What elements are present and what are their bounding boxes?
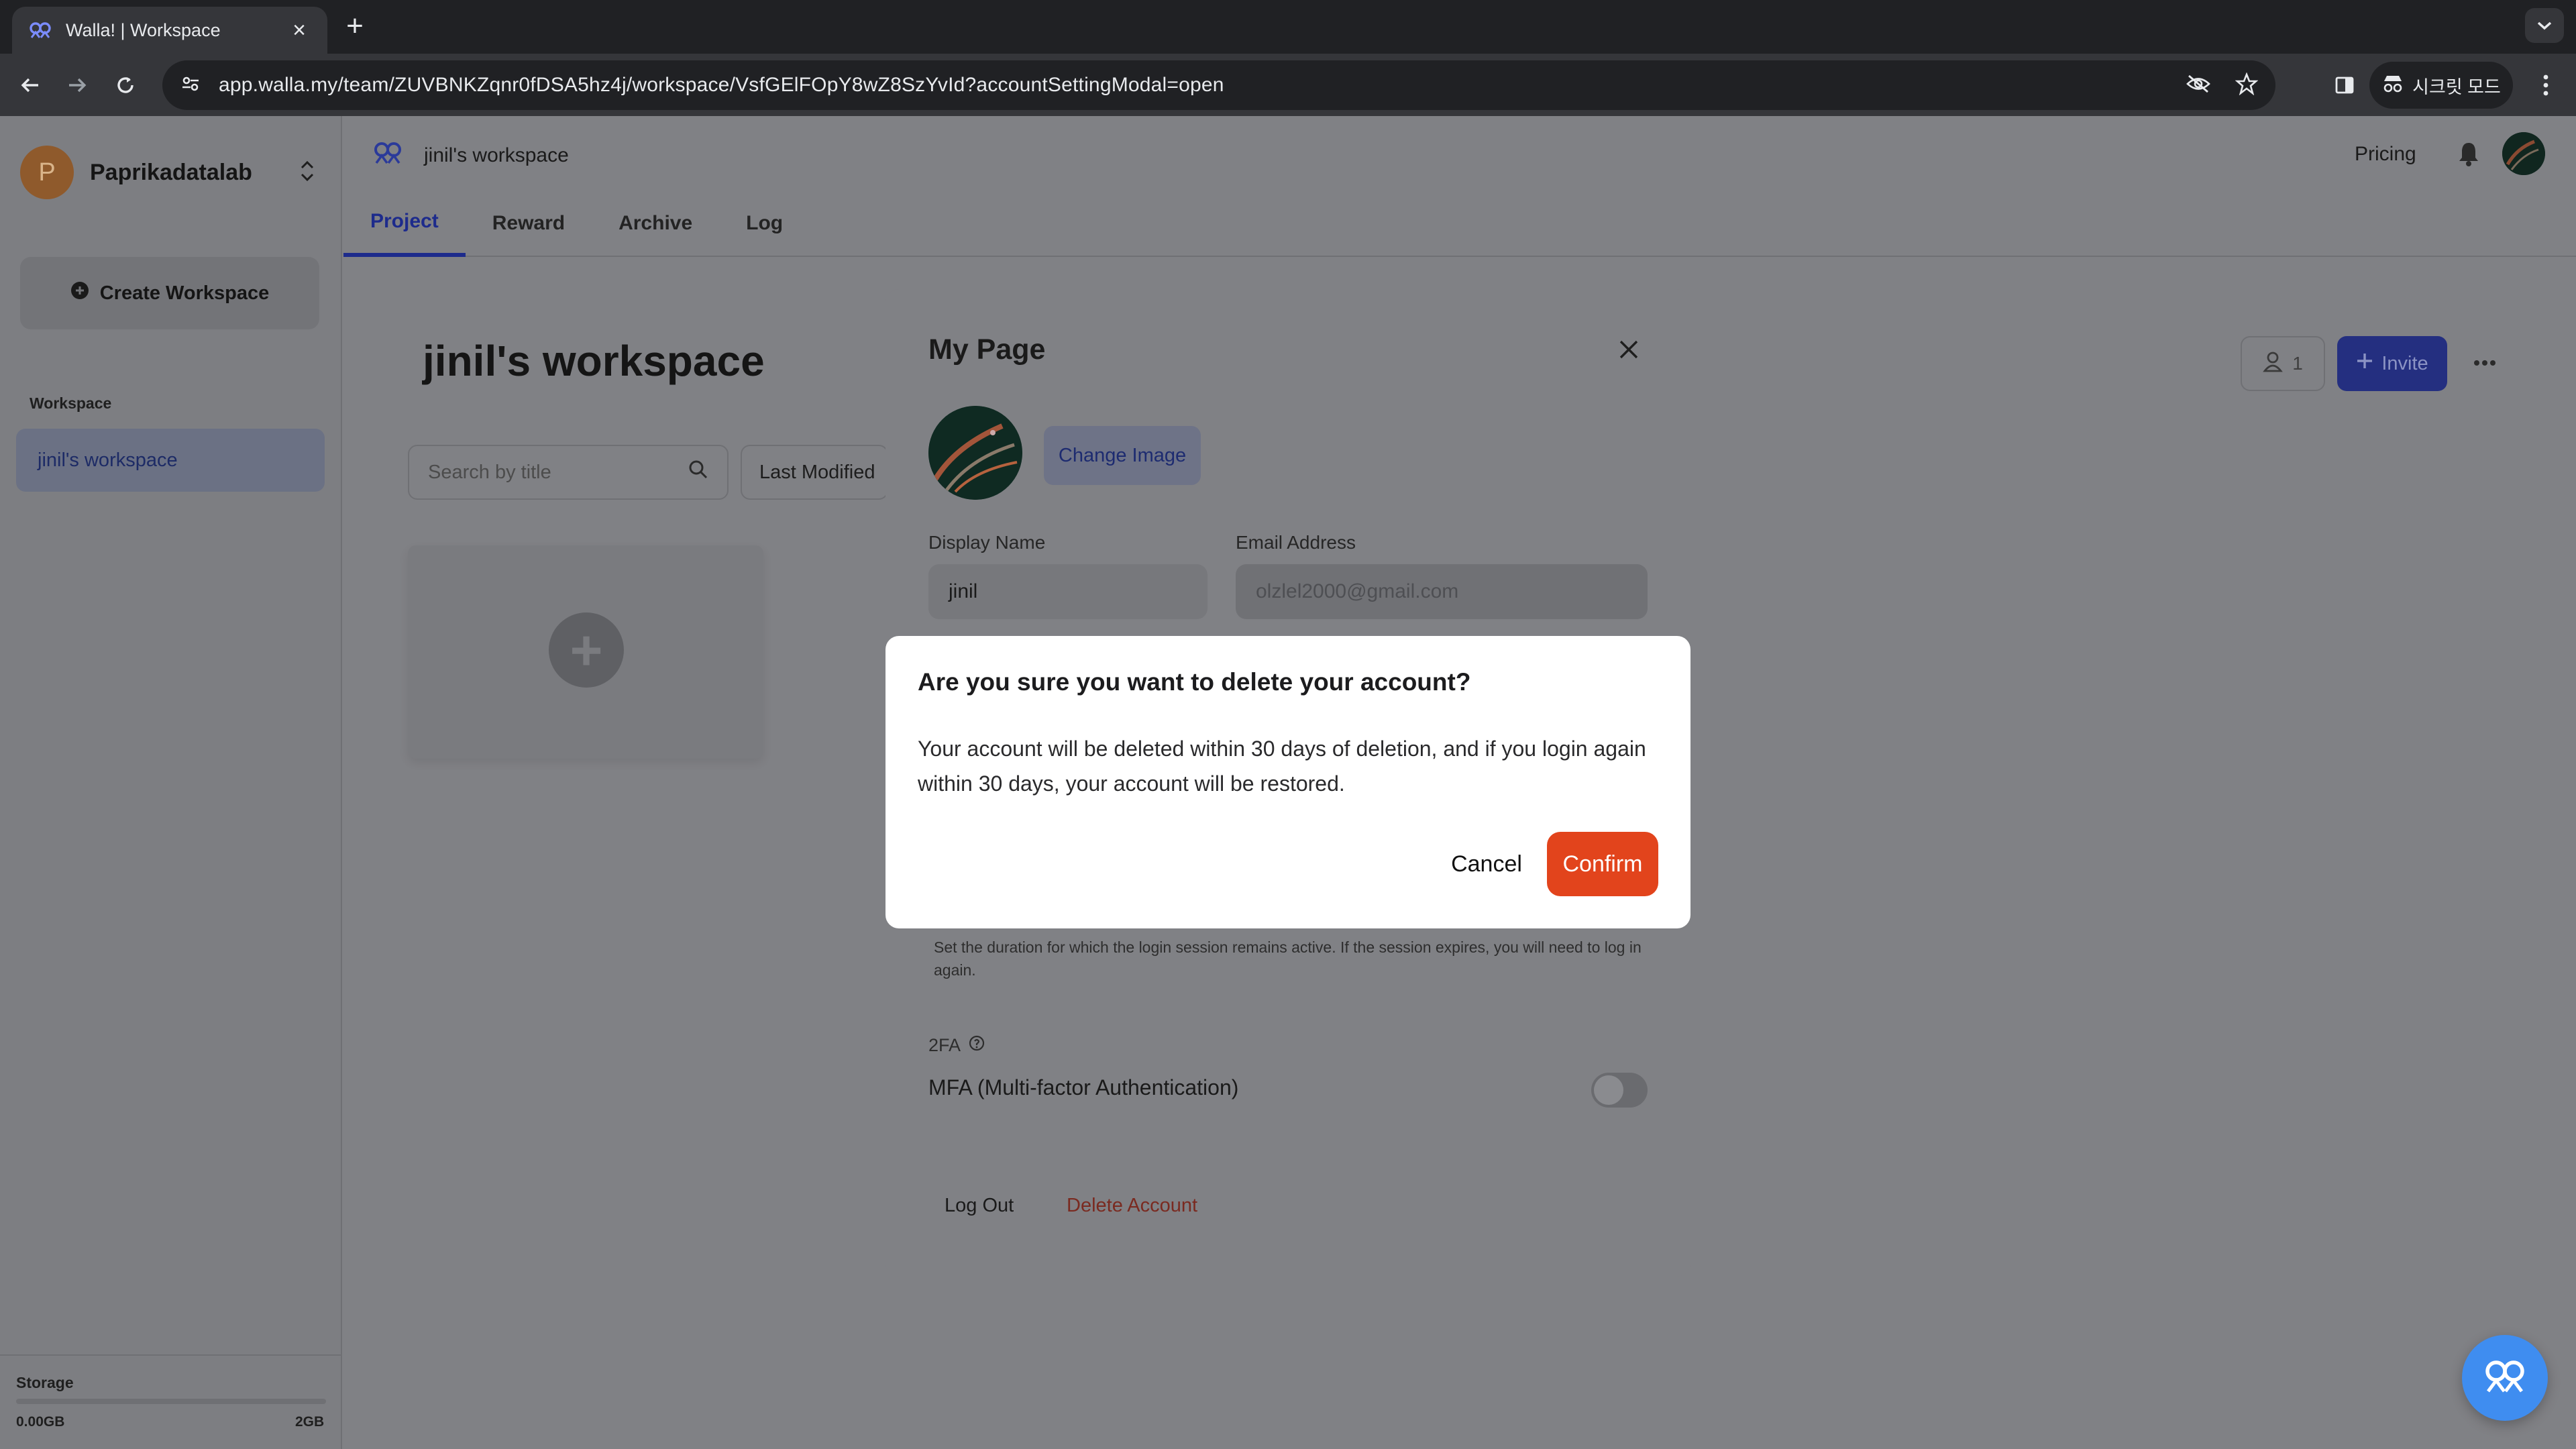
walla-chat-icon: [2483, 1359, 2527, 1397]
storage-label: Storage: [16, 1374, 74, 1391]
display-name-label: Display Name: [928, 532, 1046, 553]
twofa-section-label: 2FA: [928, 1035, 985, 1056]
incognito-label: 시크릿 모드: [2412, 76, 2501, 97]
url-text: app.walla.my/team/ZUVBNKZqnr0fDSA5hz4j/w…: [219, 74, 1224, 96]
notification-bell-icon[interactable]: [2457, 140, 2481, 170]
mfa-label: MFA (Multi-factor Authentication): [928, 1075, 1239, 1099]
page-title: jinil's workspace: [423, 337, 765, 385]
members-button[interactable]: 1: [2241, 336, 2325, 391]
session-description: Set the duration for which the login ses…: [934, 938, 1642, 979]
incognito-icon: [2381, 73, 2404, 98]
browser-tab-strip: Walla! | Workspace × +: [0, 0, 2576, 54]
sidebar: P Paprikadatalab Create Workspace Worksp…: [0, 116, 342, 1449]
search-input[interactable]: Search by title: [408, 445, 729, 500]
help-chat-button[interactable]: [2462, 1335, 2548, 1421]
confirm-button[interactable]: Confirm: [1547, 832, 1658, 896]
change-image-button[interactable]: Change Image: [1044, 426, 1201, 485]
invite-button[interactable]: Invite: [2337, 336, 2447, 391]
bookmark-star-icon[interactable]: [2235, 71, 2259, 99]
tab-close-icon[interactable]: ×: [287, 17, 311, 44]
pricing-link[interactable]: Pricing: [2355, 143, 2416, 166]
walla-favicon-icon: [28, 18, 52, 42]
search-icon: [688, 460, 708, 485]
my-page-title: My Page: [928, 333, 1046, 366]
side-panel-icon[interactable]: [2326, 67, 2363, 103]
user-icon: [2263, 351, 2284, 377]
close-icon[interactable]: [1610, 331, 1648, 368]
search-placeholder: Search by title: [428, 461, 551, 483]
chevron-up-down-icon[interactable]: [299, 158, 315, 187]
reload-icon[interactable]: [107, 67, 144, 103]
email-field[interactable]: olzlel2000@gmail.com: [1236, 564, 1648, 619]
plus-icon: +: [549, 612, 624, 688]
divider: [0, 1354, 342, 1356]
tab-reward[interactable]: Reward: [466, 190, 592, 257]
mfa-toggle[interactable]: [1591, 1073, 1648, 1108]
walla-logo-icon[interactable]: [373, 142, 402, 170]
create-workspace-button[interactable]: Create Workspace: [20, 257, 319, 329]
tab-title: Walla! | Workspace: [66, 19, 221, 40]
breadcrumb-workspace[interactable]: jinil's workspace: [424, 144, 569, 167]
back-arrow-icon[interactable]: [12, 67, 48, 103]
workspace-section-label: Workspace: [30, 394, 112, 412]
new-project-card[interactable]: +: [408, 545, 763, 759]
team-switcher[interactable]: P Paprikadatalab: [20, 146, 322, 199]
workspace-tabs: Project Reward Archive Log: [343, 190, 810, 257]
log-out-button[interactable]: Log Out: [945, 1195, 1014, 1217]
delete-account-confirm-dialog: Are you sure you want to delete your acc…: [885, 636, 1690, 928]
help-circle-icon[interactable]: [969, 1035, 985, 1056]
tab-project[interactable]: Project: [343, 190, 466, 257]
create-workspace-label: Create Workspace: [99, 282, 270, 304]
storage-used: 0.00GB: [16, 1414, 65, 1430]
breadcrumb: jinil's workspace: [373, 142, 569, 170]
invite-label: Invite: [2381, 352, 2428, 374]
plus-icon: [2356, 352, 2373, 375]
eye-off-icon[interactable]: [2186, 74, 2211, 97]
browser-tab[interactable]: Walla! | Workspace ×: [12, 7, 327, 54]
address-bar[interactable]: app.walla.my/team/ZUVBNKZqnr0fDSA5hz4j/w…: [162, 60, 2275, 110]
tab-archive[interactable]: Archive: [592, 190, 719, 257]
email-label: Email Address: [1236, 532, 1356, 553]
delete-account-button[interactable]: Delete Account: [1067, 1195, 1197, 1217]
twofa-label: 2FA: [928, 1035, 961, 1055]
display-name-field[interactable]: jinil: [928, 564, 1208, 619]
plus-circle-icon: [70, 281, 89, 305]
user-avatar[interactable]: [2502, 132, 2545, 175]
site-settings-icon[interactable]: [180, 73, 201, 98]
confirm-dialog-body: Your account will be deleted within 30 d…: [918, 737, 1646, 796]
toggle-knob: [1594, 1075, 1623, 1105]
incognito-indicator[interactable]: 시크릿 모드: [2369, 62, 2513, 109]
team-avatar: P: [20, 146, 74, 199]
team-name: Paprikadatalab: [90, 159, 252, 185]
cancel-button[interactable]: Cancel: [1437, 832, 1536, 896]
browser-menu-icon[interactable]: [2528, 67, 2564, 103]
top-header: jinil's workspace Pricing Project Reward…: [343, 116, 2576, 257]
profile-avatar: [928, 406, 1022, 500]
storage-total: 2GB: [295, 1414, 325, 1430]
storage-progress-bar: [16, 1399, 326, 1404]
sidebar-item-jinils-workspace[interactable]: jinil's workspace: [16, 429, 325, 492]
more-options-icon[interactable]: [2466, 344, 2504, 382]
sort-dropdown[interactable]: Last Modified: [741, 445, 888, 500]
confirm-dialog-title: Are you sure you want to delete your acc…: [918, 668, 1471, 696]
forward-arrow-icon[interactable]: [59, 67, 95, 103]
new-tab-plus-icon[interactable]: +: [338, 9, 372, 43]
tab-search-chevron-icon[interactable]: [2525, 8, 2564, 43]
tab-log[interactable]: Log: [719, 190, 810, 257]
browser-toolbar: app.walla.my/team/ZUVBNKZqnr0fDSA5hz4j/w…: [0, 54, 2576, 116]
member-count: 1: [2292, 353, 2303, 374]
